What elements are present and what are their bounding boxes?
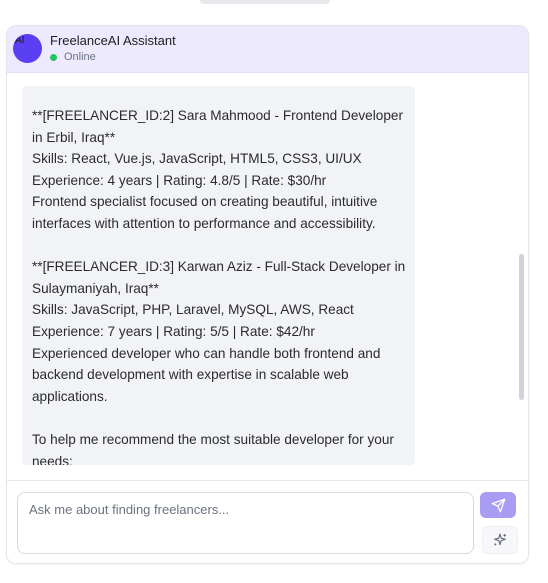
message-input-placeholder: Ask me about finding freelancers... [29,502,230,517]
online-status-text: Online [64,51,96,63]
chat-window: AI FreelanceAI Assistant Online **[FREEL… [6,25,529,564]
send-button[interactable] [480,492,516,518]
sparkle-icon [494,533,506,546]
chat-header: AI FreelanceAI Assistant Online [7,26,528,73]
message-input[interactable]: Ask me about finding freelancers... [17,492,474,554]
assistant-title: FreelanceAI Assistant [50,33,176,48]
assistant-message-bubble: **[FREELANCER_ID:2] Sara Mahmood - Front… [22,86,415,465]
avatar-text: AI [15,35,25,46]
chat-scrollbar-track[interactable] [519,73,524,480]
top-tab [200,0,330,4]
assistant-avatar: AI [13,34,42,63]
assistant-message-text: **[FREELANCER_ID:2] Sara Mahmood - Front… [32,108,406,465]
chat-scrollbar-thumb[interactable] [519,254,524,400]
chat-messages[interactable]: **[FREELANCER_ID:2] Sara Mahmood - Front… [7,73,528,480]
ai-suggest-button[interactable] [482,526,518,554]
send-icon [491,498,505,512]
online-status-dot [50,54,57,61]
input-area: Ask me about finding freelancers... [7,480,528,563]
